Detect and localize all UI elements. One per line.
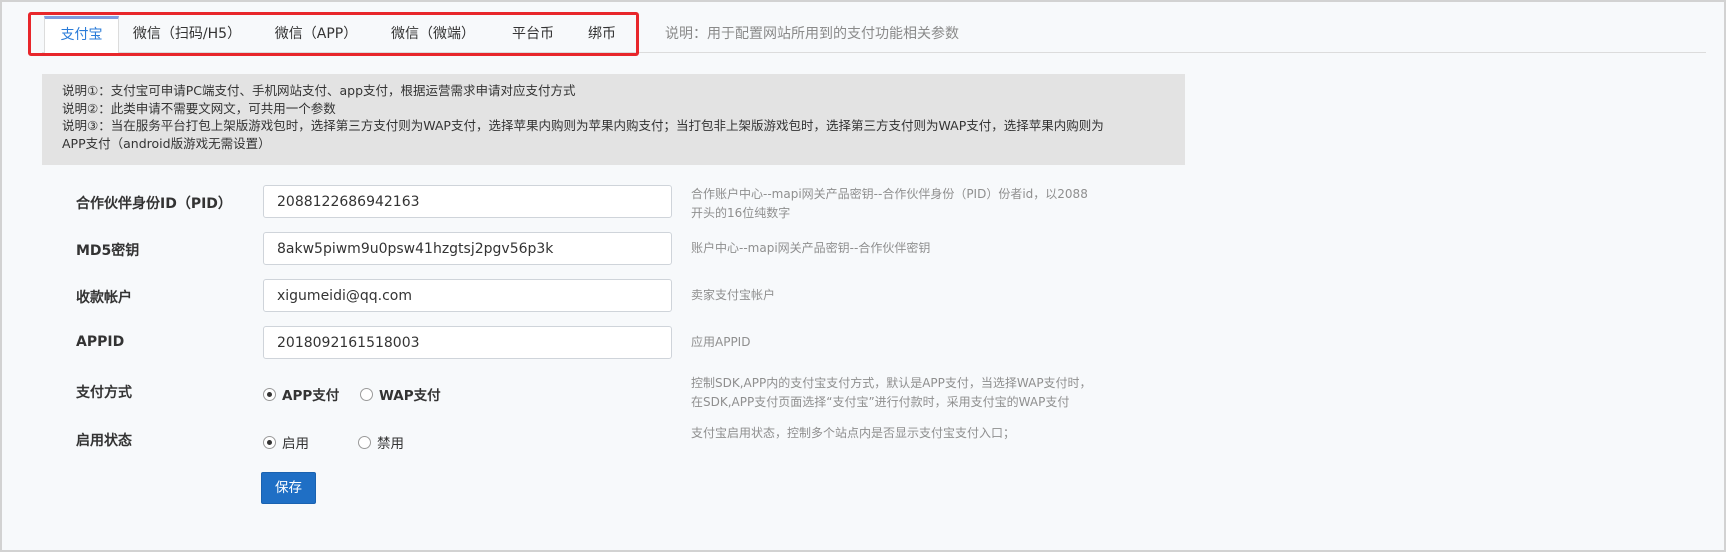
pay-method-label: 支付方式 <box>76 385 132 401</box>
notice-line-3: 说明③：当在服务平台打包上架版游戏包时，选择第三方支付则为WAP支付，选择苹果内… <box>62 118 1104 133</box>
account-label: 收款帐户 <box>76 290 132 306</box>
save-button[interactable]: 保存 <box>261 472 316 504</box>
radio-checked-icon <box>263 387 276 401</box>
pay-method-hint-line-1: 控制SDK,APP内的支付宝支付方式，默认是APP支付，当选择WAP支付时， <box>691 376 1092 390</box>
status-hint: 支付宝启用状态，控制多个站点内是否显示支付宝支付入口； <box>691 426 1016 440</box>
radio-unchecked-icon <box>360 387 373 401</box>
tab-bar: 支付宝 微信（扫码/H5） 微信（APP） 微信（微端） 平台币 绑币 说明：用… <box>42 16 1706 54</box>
status-label: 启用状态 <box>76 433 132 449</box>
pid-hint-line-1: 合作账户中心--mapi网关产品密钥--合作伙伴身份（PID）份者id，以208… <box>691 187 1088 201</box>
tab-bound-coin[interactable]: 绑币 <box>581 16 623 53</box>
pay-method-hint: 控制SDK,APP内的支付宝支付方式，默认是APP支付，当选择WAP支付时， 在… <box>691 374 1092 412</box>
pay-method-wap-radio[interactable]: WAP支付 <box>360 384 441 404</box>
account-hint: 卖家支付宝帐户 <box>691 288 776 302</box>
md5-input[interactable] <box>263 232 672 265</box>
tab-wechat-app[interactable]: 微信（APP） <box>268 16 364 53</box>
notice-line-2: 说明②：此类申请不需要文网文，可共用一个参数 <box>62 100 336 116</box>
page-frame: 支付宝 微信（扫码/H5） 微信（APP） 微信（微端） 平台币 绑币 说明：用… <box>0 0 1726 552</box>
pay-method-app-radio[interactable]: APP支付 <box>263 384 339 404</box>
status-disabled-label: 禁用 <box>377 436 404 452</box>
pid-hint: 合作账户中心--mapi网关产品密钥--合作伙伴身份（PID）份者id，以208… <box>691 185 1088 223</box>
pid-input[interactable] <box>263 185 672 218</box>
pay-method-hint-line-2: 在SDK,APP支付页面选择“支付宝”进行付款时，采用支付宝的WAP支付 <box>691 395 1070 409</box>
appid-hint: 应用APPID <box>691 335 751 349</box>
account-input[interactable] <box>263 279 672 312</box>
tab-wechat-scan-h5[interactable]: 微信（扫码/H5） <box>132 16 242 53</box>
tab-description: 说明：用于配置网站所用到的支付功能相关参数 <box>665 26 959 42</box>
status-disabled-radio[interactable]: 禁用 <box>358 432 404 452</box>
status-enabled-radio[interactable]: 启用 <box>263 432 309 452</box>
radio-unchecked-icon <box>358 435 371 449</box>
md5-label: MD5密钥 <box>76 243 140 259</box>
status-enabled-label: 启用 <box>282 436 309 452</box>
appid-label: APPID <box>76 334 125 350</box>
md5-hint: 账户中心--mapi网关产品密钥--合作伙伴密钥 <box>691 241 931 255</box>
notice-line-4: APP支付（android版游戏无需设置） <box>62 135 271 151</box>
tab-wechat-microclient[interactable]: 微信（微端） <box>385 16 481 53</box>
tab-alipay[interactable]: 支付宝 <box>44 16 119 54</box>
pid-label: 合作伙伴身份ID（PID） <box>76 196 232 212</box>
appid-input[interactable] <box>263 326 672 359</box>
pay-method-app-label: APP支付 <box>282 388 340 404</box>
notice-panel: 说明①：支付宝可申请PC端支付、手机网站支付、app支付，根据运营需求申请对应支… <box>42 74 1185 165</box>
notice-line-1: 说明①：支付宝可申请PC端支付、手机网站支付、app支付，根据运营需求申请对应支… <box>62 83 576 98</box>
radio-checked-icon <box>263 435 276 449</box>
tab-platform-coin[interactable]: 平台币 <box>506 16 560 53</box>
pid-hint-line-2: 开头的16位纯数字 <box>691 206 791 220</box>
pay-method-wap-label: WAP支付 <box>379 388 441 404</box>
